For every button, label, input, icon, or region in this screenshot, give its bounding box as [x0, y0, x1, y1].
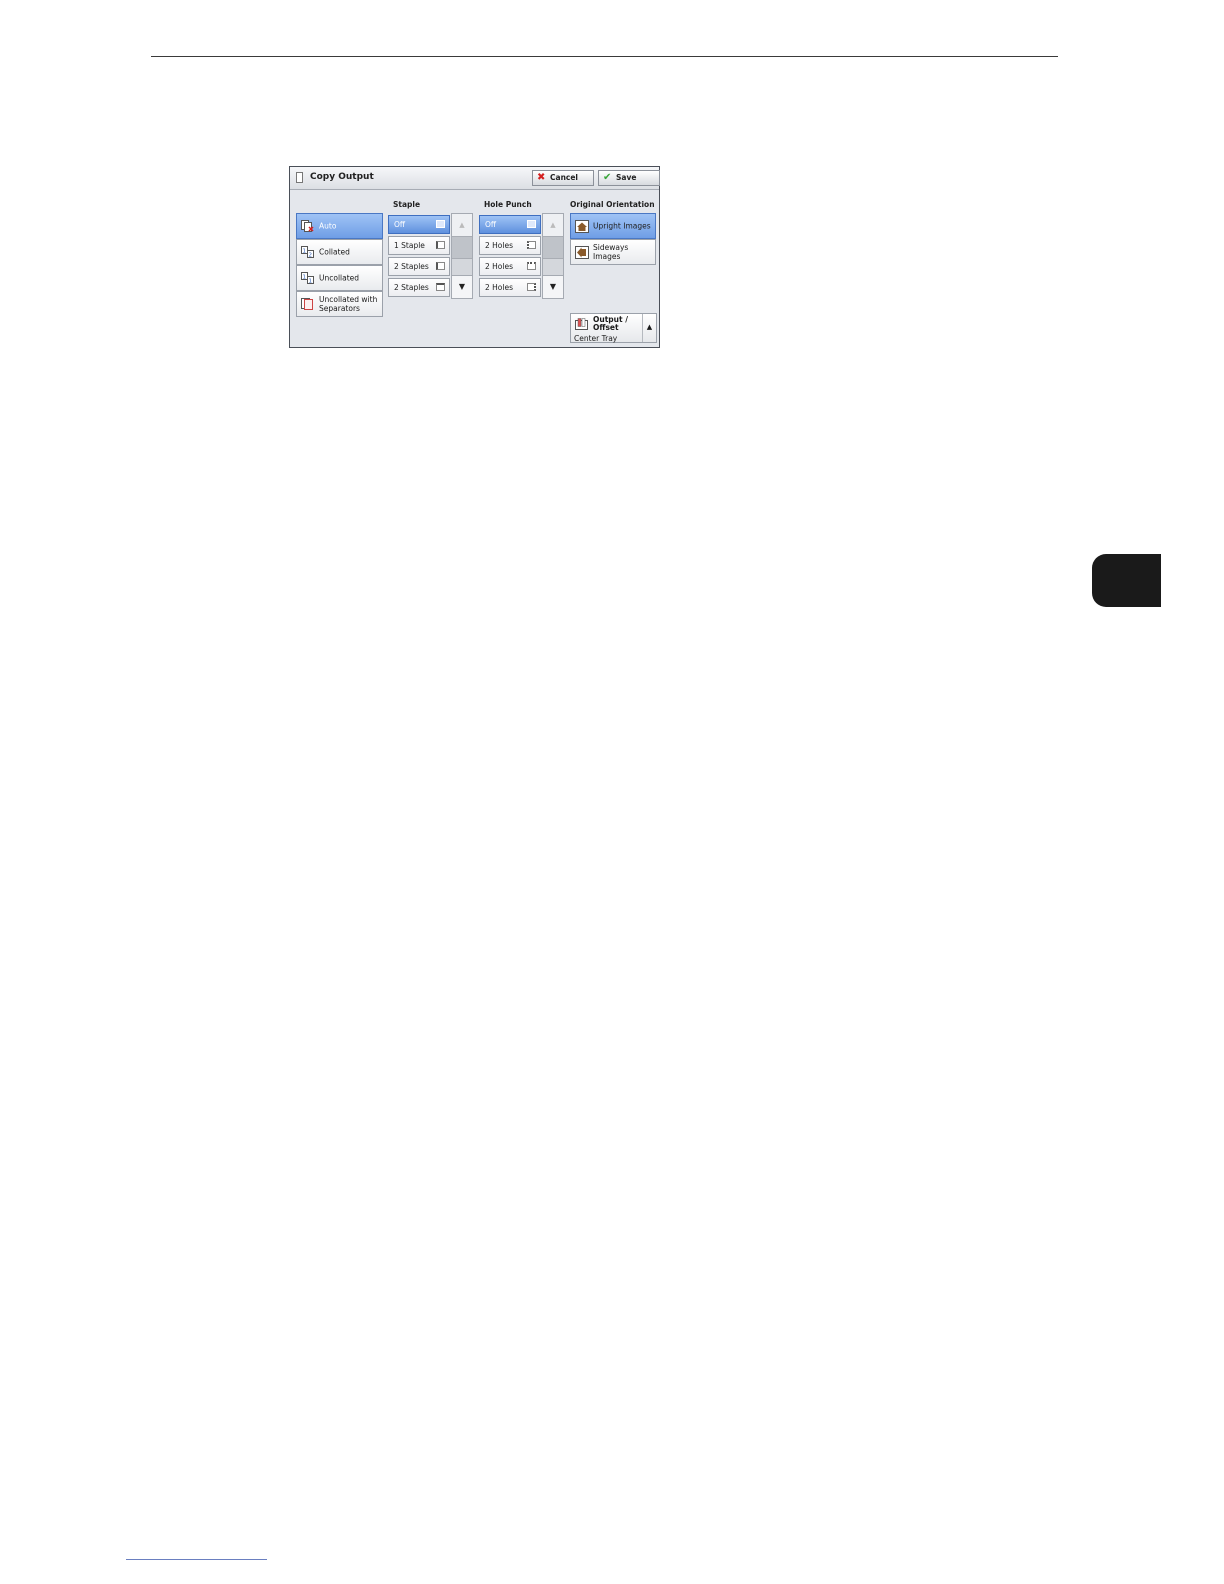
orientation-label: Sideways Images [593, 243, 629, 261]
staple-option-1-staple[interactable]: 1 Staple [388, 236, 450, 255]
staple-option-2-staples[interactable]: 2 Staples [388, 278, 450, 297]
save-button[interactable]: ✔ Save [598, 170, 660, 186]
staple-position-icon [436, 283, 445, 291]
chapter-tab [1092, 554, 1161, 607]
hole-punch-option-label: 2 Holes [485, 241, 513, 250]
output-offset-button[interactable]: Output / Offset Center Tray ▲ [570, 313, 657, 343]
staple-heading: Staple [393, 200, 421, 209]
sideways-image-icon [575, 246, 589, 259]
orientation-heading: Original Orientation [570, 200, 655, 209]
cancel-button[interactable]: ✖ Cancel [532, 170, 594, 186]
hole-punch-scrollbar[interactable]: ▲ ▼ [542, 213, 564, 299]
orientation-sideways[interactable]: Sideways Images [570, 239, 656, 265]
scroll-thumb[interactable] [543, 236, 563, 259]
staple-position-icon [436, 241, 445, 249]
output-mode-label: Uncollated [319, 273, 360, 283]
svg-text:2: 2 [309, 253, 313, 259]
scroll-up-arrow-icon[interactable]: ▲ [452, 214, 472, 236]
auto-sort-icon [301, 220, 314, 232]
scroll-up-arrow-icon[interactable]: ▲ [543, 214, 563, 236]
dialog-titlebar: Copy Output ✖ Cancel ✔ Save [290, 167, 660, 190]
output-tray-icon [575, 318, 588, 330]
staple-option-label: 2 Staples [394, 283, 429, 292]
output-mode-collated[interactable]: 1 2 Collated [296, 239, 383, 265]
hole-punch-option-2-holes[interactable]: 2 Holes [479, 257, 541, 276]
staple-option-label: Off [394, 220, 406, 229]
hole-punch-heading: Hole Punch [484, 200, 532, 209]
scroll-down-arrow-icon[interactable]: ▼ [543, 275, 563, 298]
hole-punch-option-label: 2 Holes [485, 283, 513, 292]
staple-scrollbar[interactable]: ▲ ▼ [451, 213, 473, 299]
save-label: Save [616, 173, 637, 182]
blank-page-icon [436, 220, 445, 228]
output-mode-uncollated-separators[interactable]: Uncollated with Separators [296, 291, 383, 317]
orientation-label: Upright Images [593, 221, 651, 231]
svg-text:1: 1 [303, 249, 307, 255]
separators-icon [301, 298, 313, 310]
chevron-up-icon: ▲ [642, 314, 656, 342]
output-offset-value: Center Tray [574, 334, 618, 343]
hole-punch-option-2-holes[interactable]: 2 Holes [479, 236, 541, 255]
hole-punch-option-label: Off [485, 220, 497, 229]
hole-punch-option-2-holes[interactable]: 2 Holes [479, 278, 541, 297]
hole-punch-option-label: 2 Holes [485, 262, 513, 271]
hole-punch-option-off[interactable]: Off [479, 215, 541, 234]
cancel-label: Cancel [550, 173, 579, 182]
staple-option-2-staples[interactable]: 2 Staples [388, 257, 450, 276]
hole-position-icon [527, 262, 536, 270]
collated-icon: 1 2 [301, 246, 314, 258]
hole-position-icon [527, 283, 536, 291]
output-mode-label: Collated [319, 247, 350, 257]
output-mode-label: Uncollated with Separators [319, 295, 378, 313]
output-offset-title: Output / Offset [593, 315, 628, 332]
staple-option-label: 1 Staple [394, 241, 425, 250]
orientation-upright[interactable]: Upright Images [570, 213, 656, 239]
header-rule [151, 56, 1058, 57]
dialog-title: Copy Output [310, 172, 374, 182]
output-mode-uncollated[interactable]: 1 1 Uncollated [296, 265, 383, 291]
staple-position-icon [436, 262, 445, 270]
staple-option-off[interactable]: Off [388, 215, 450, 234]
copy-output-dialog: Copy Output ✖ Cancel ✔ Save Auto 1 2 Col… [289, 166, 660, 348]
output-mode-label: Auto [319, 221, 337, 231]
upright-image-icon [575, 220, 589, 233]
blank-page-icon [527, 220, 536, 228]
scroll-thumb[interactable] [452, 236, 472, 259]
x-icon: ✖ [537, 172, 546, 183]
svg-text:1: 1 [303, 275, 307, 281]
checkmark-icon: ✔ [603, 172, 612, 183]
svg-text:1: 1 [309, 279, 313, 285]
footer-rule [126, 1559, 267, 1560]
document-icon [296, 172, 303, 183]
scroll-down-arrow-icon[interactable]: ▼ [452, 275, 472, 298]
staple-option-label: 2 Staples [394, 262, 429, 271]
hole-position-icon [527, 241, 536, 249]
uncollated-icon: 1 1 [301, 272, 314, 284]
output-mode-auto[interactable]: Auto [296, 213, 383, 239]
